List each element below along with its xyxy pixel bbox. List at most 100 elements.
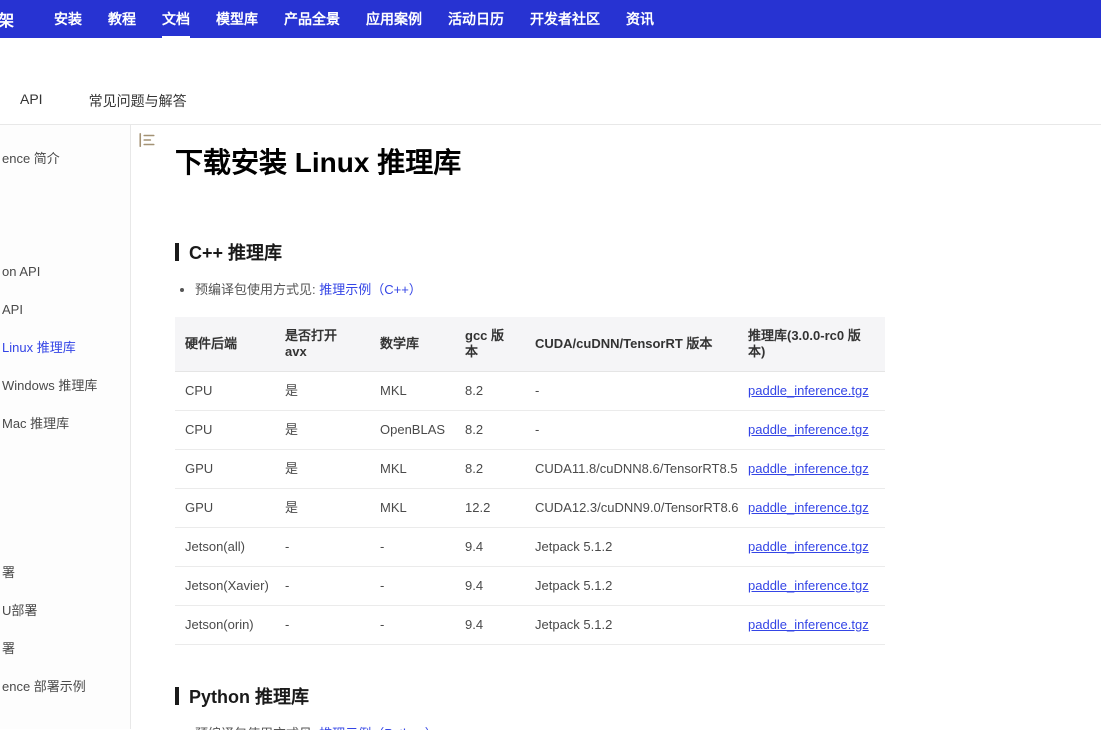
- sidebar-item-linux-inference[interactable]: Linux 推理库: [2, 338, 130, 358]
- table-cell: -: [370, 605, 455, 645]
- download-link[interactable]: paddle_inference.tgz: [748, 461, 869, 476]
- table-cell: Jetson(all): [175, 527, 275, 567]
- table-cell: CPU: [175, 371, 275, 411]
- section-python: Python 推理库 预编译包使用方式见: 推理示例（Python）: [175, 683, 1101, 730]
- sidebar-item-inference-examples[interactable]: ence 部署示例: [2, 677, 130, 697]
- topnav-item-7[interactable]: 开发者社区: [530, 0, 600, 38]
- main-wrap: ence 简介 on API API Linux 推理库 Windows 推理库…: [0, 125, 1101, 730]
- download-link[interactable]: paddle_inference.tgz: [748, 383, 869, 398]
- table-cell: paddle_inference.tgz: [738, 371, 885, 411]
- table-cell: -: [275, 605, 370, 645]
- table-cell: paddle_inference.tgz: [738, 566, 885, 606]
- topnav-item-6[interactable]: 活动日历: [448, 0, 504, 38]
- table-cell: paddle_inference.tgz: [738, 488, 885, 528]
- column-header: 硬件后端: [175, 317, 275, 372]
- column-header: 数学库: [370, 317, 455, 372]
- cpp-table-head-row: 硬件后端 是否打开 avx 数学库 gcc 版本 CUDA/cuDNN/TensorRT…: [175, 317, 885, 372]
- table-cell: GPU: [175, 449, 275, 489]
- table-cell: -: [275, 566, 370, 606]
- logo-partial[interactable]: 架: [0, 7, 20, 31]
- sidebar-item-deploy-3[interactable]: 署: [2, 639, 130, 659]
- cpp-note-prefix: 预编译包使用方式见:: [195, 282, 320, 297]
- sidebar-item-python-api[interactable]: on API: [2, 262, 130, 282]
- sidebar-item-windows-inference[interactable]: Windows 推理库: [2, 376, 130, 396]
- table-cell: paddle_inference.tgz: [738, 605, 885, 645]
- python-note-list: 预编译包使用方式见: 推理示例（Python）: [180, 725, 1101, 730]
- section-heading-cpp: C++ 推理库: [175, 239, 1101, 265]
- sidebar-item-inference-intro[interactable]: ence 简介: [2, 149, 130, 169]
- sub-header: API 常见问题与解答: [0, 38, 1101, 125]
- table-cell: -: [370, 527, 455, 567]
- table-cell: MKL: [370, 488, 455, 528]
- sidebar-item-mac-inference[interactable]: Mac 推理库: [2, 414, 130, 434]
- table-row: CPU 是 OpenBLAS 8.2- paddle_inference.tgz: [175, 410, 885, 450]
- topnav-item-8[interactable]: 资讯: [626, 0, 654, 38]
- sidebar-item-deploy-2[interactable]: U部署: [2, 601, 130, 621]
- page-title: 下载安装 Linux 推理库: [175, 147, 462, 178]
- download-link[interactable]: paddle_inference.tgz: [748, 539, 869, 554]
- download-link[interactable]: paddle_inference.tgz: [748, 500, 869, 515]
- table-cell: 是: [275, 488, 370, 528]
- main-content: 下载安装 Linux 推理库 C++ 推理库 预编译包使用方式见: 推理示例（C…: [131, 125, 1101, 730]
- sidebar: ence 简介 on API API Linux 推理库 Windows 推理库…: [0, 125, 131, 729]
- table-cell: 12.2: [455, 488, 525, 528]
- subnav-tabs: API 常见问题与解答: [20, 91, 187, 111]
- section-cpp: C++ 推理库 预编译包使用方式见: 推理示例（C++） 硬件后端是否打开 av…: [175, 239, 1101, 645]
- cpp-note-item: 预编译包使用方式见: 推理示例（C++）: [195, 281, 1101, 299]
- toc-toggle-icon[interactable]: [138, 131, 156, 149]
- table-cell: MKL: [370, 371, 455, 411]
- page: { "colors": { "nav_blue": "#2733d2", "li…: [0, 0, 1101, 730]
- topnav-item-4[interactable]: 产品全景: [284, 0, 340, 38]
- download-link[interactable]: paddle_inference.tgz: [748, 617, 869, 632]
- sidebar-item-api[interactable]: API: [2, 300, 130, 320]
- cpp-note-list: 预编译包使用方式见: 推理示例（C++）: [180, 281, 1101, 299]
- table-cell: Jetpack 5.1.2: [525, 605, 738, 645]
- table-cell: paddle_inference.tgz: [738, 410, 885, 450]
- table-cell: 9.4: [455, 527, 525, 567]
- python-example-link[interactable]: 推理示例（Python）: [319, 726, 437, 730]
- topnav-menu: 安装 教程 文档 模型库 产品全景 应用案例 活动日历 开发者社区 资讯: [54, 0, 654, 38]
- table-cell: 9.4: [455, 605, 525, 645]
- table-cell: 是: [275, 449, 370, 489]
- cpp-inference-table: 硬件后端 是否打开 avx 数学库 gcc 版本 CUDA/cuDNN/TensorRT…: [175, 317, 885, 645]
- python-note-item: 预编译包使用方式见: 推理示例（Python）: [195, 725, 1101, 730]
- heading-bar: [175, 687, 179, 705]
- table-cell: paddle_inference.tgz: [738, 449, 885, 489]
- table-cell: Jetson(Xavier): [175, 566, 275, 606]
- table-row: Jetson(Xavier) - -9.4 Jetpack 5.1.2 paddle_i…: [175, 566, 885, 606]
- table-row: GPU 是 MKL 8.2 CUDA11.8/cuDNN8.6/TensorRT8.5 p…: [175, 449, 885, 489]
- table-row: Jetson(all) - -9.4 Jetpack 5.1.2 paddle_infe…: [175, 527, 885, 567]
- cpp-table-body: CPU 是 MKL 8.2- paddle_inference.tgz CPU 是 OpenB…: [175, 371, 885, 645]
- topnav-item-5[interactable]: 应用案例: [366, 0, 422, 38]
- table-cell: Jetpack 5.1.2: [525, 527, 738, 567]
- topnav-item-0[interactable]: 安装: [54, 0, 82, 38]
- table-row: GPU 是 MKL 12.2 CUDA12.3/cuDNN9.0/TensorRT8.6…: [175, 488, 885, 528]
- table-cell: -: [275, 527, 370, 567]
- column-header: 推理库(3.0.0-rc0 版本): [738, 317, 885, 372]
- table-cell: paddle_inference.tgz: [738, 527, 885, 567]
- tab-faq[interactable]: 常见问题与解答: [89, 91, 187, 111]
- topnav-item-2[interactable]: 文档: [162, 0, 190, 38]
- table-cell: -: [370, 566, 455, 606]
- table-cell: OpenBLAS: [370, 410, 455, 450]
- table-cell: Jetpack 5.1.2: [525, 566, 738, 606]
- topnav-item-1[interactable]: 教程: [108, 0, 136, 38]
- column-header: CUDA/cuDNN/TensorRT 版本: [525, 317, 738, 372]
- sidebar-item-deploy-1[interactable]: 署: [2, 563, 130, 583]
- download-link[interactable]: paddle_inference.tgz: [748, 422, 869, 437]
- top-navbar: 架 安装 教程 文档 模型库 产品全景 应用案例 活动日历 开发者社区 资讯: [0, 0, 1101, 38]
- python-note-prefix: 预编译包使用方式见:: [195, 726, 319, 730]
- section-heading-python: Python 推理库: [175, 683, 1101, 709]
- section-heading-text: Python 推理库: [189, 687, 309, 707]
- download-link[interactable]: paddle_inference.tgz: [748, 578, 869, 593]
- heading-bar: [175, 243, 179, 261]
- section-heading-text: C++ 推理库: [189, 243, 283, 263]
- table-cell: CPU: [175, 410, 275, 450]
- table-row: Jetson(orin) - -9.4 Jetpack 5.1.2 paddle_inf…: [175, 605, 885, 645]
- topnav-item-3[interactable]: 模型库: [216, 0, 258, 38]
- cpp-example-link[interactable]: 推理示例（C++）: [319, 282, 422, 297]
- table-cell: CUDA12.3/cuDNN9.0/TensorRT8.6: [525, 488, 738, 528]
- table-cell: MKL: [370, 449, 455, 489]
- tab-api[interactable]: API: [20, 91, 43, 111]
- table-cell: 9.4: [455, 566, 525, 606]
